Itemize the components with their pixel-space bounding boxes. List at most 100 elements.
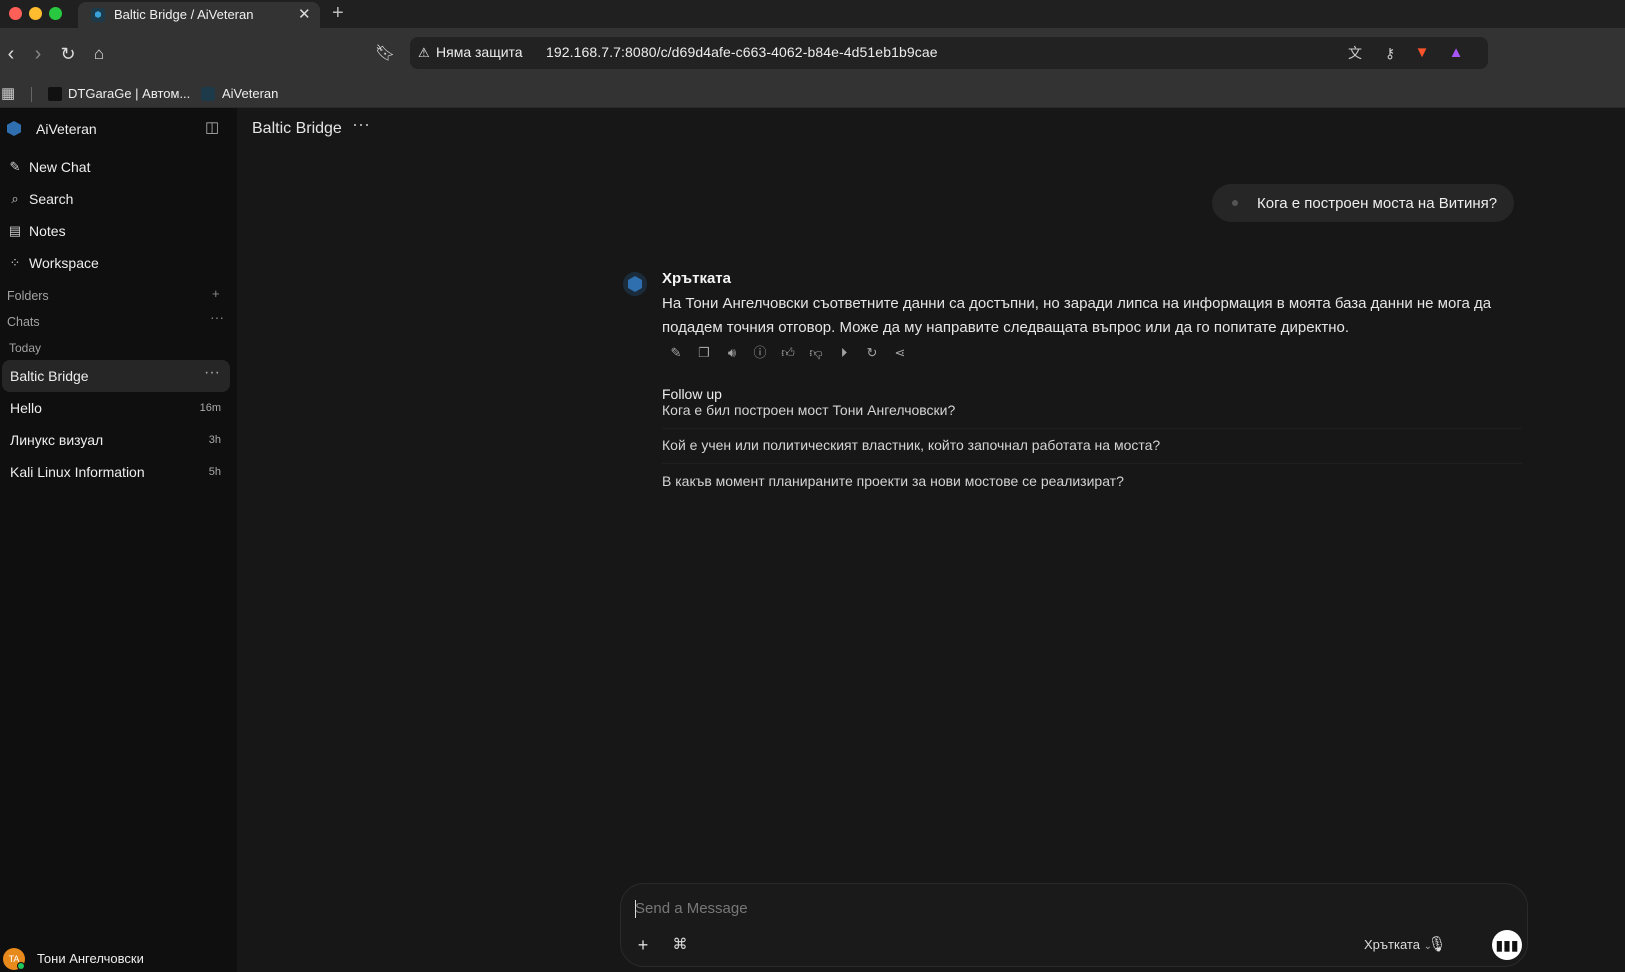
sidebar-item-new-chat[interactable]: ✎ New Chat	[0, 151, 237, 183]
share-icon[interactable]: ⋖	[891, 344, 909, 362]
url-text[interactable]: 192.168.7.7:8080/c/d69d4afe-c663-4062-b8…	[546, 44, 938, 60]
read-aloud-icon[interactable]: 🔊︎	[723, 344, 741, 362]
model-name: Хрътката	[1364, 937, 1420, 952]
tab-title: Baltic Bridge / AiVeteran	[114, 7, 254, 22]
bookmarks-bar: ▦ DTGaraGe | Автом... AiVeteran	[0, 81, 1625, 108]
message-actions: ✎ ❐ 🔊︎ ⓘ 👍︎ 👎︎ ⏵ ↻ ⋖	[667, 344, 909, 362]
close-window-button[interactable]	[9, 7, 22, 20]
chat-item-hello[interactable]: Hello 16m	[2, 392, 230, 424]
bookmarks-divider	[31, 87, 32, 102]
maximize-window-button[interactable]	[49, 7, 62, 20]
user-name[interactable]: Тони Ангелчовски	[37, 951, 144, 966]
chat-options-icon[interactable]: ···	[204, 364, 220, 382]
sidebar-header: AiVeteran ◫	[0, 113, 237, 145]
sidebar-item-search[interactable]: ⌕ Search	[0, 183, 237, 215]
chat-item-kali-linux[interactable]: Kali Linux Information 5h	[2, 456, 230, 488]
bookmark-icon[interactable]: 🔖︎	[374, 42, 396, 66]
notes-icon: ▤	[8, 223, 22, 238]
browser-toolbar: ‹ › ↻ ⌂ 🔖︎ ⚠ Няма защита 192.168.7.7:808…	[0, 28, 1625, 81]
copy-icon[interactable]: ❐	[695, 344, 713, 362]
continue-icon[interactable]: ⏵	[835, 344, 853, 362]
chat-item-age: 16m	[199, 402, 221, 414]
pencil-icon: ✎	[9, 159, 21, 174]
reload-icon[interactable]: ↻	[57, 42, 79, 66]
add-folder-icon[interactable]: +	[212, 286, 220, 301]
close-tab-icon[interactable]: ✕	[298, 5, 311, 23]
bot-avatar	[623, 272, 647, 296]
thumbs-up-icon[interactable]: 👍︎	[779, 344, 797, 362]
chat-item-baltic-bridge[interactable]: Baltic Bridge ···	[2, 360, 230, 392]
brave-shield-icon[interactable]: ▼	[1412, 43, 1432, 63]
address-bar[interactable]: ⚠ Няма защита 192.168.7.7:8080/c/d69d4af…	[410, 37, 1488, 69]
dtgarage-favicon-icon	[48, 87, 62, 101]
today-label: Today	[9, 341, 42, 355]
key-icon[interactable]: ⚷	[1380, 43, 1400, 63]
user-menu[interactable]: TA Тони Ангелчовски	[0, 944, 237, 972]
bookmark-dtgarage[interactable]: DTGaraGe | Автом...	[68, 86, 190, 101]
new-tab-icon[interactable]: +	[332, 2, 344, 25]
chats-more-icon[interactable]: ···	[210, 309, 224, 325]
thumbs-down-icon[interactable]: 👎︎	[807, 344, 825, 362]
forward-icon[interactable]: ›	[27, 42, 49, 66]
model-selector[interactable]: Хрътката ⌄	[1364, 937, 1432, 952]
app-logo-icon	[7, 121, 21, 136]
avatar[interactable]: TA	[3, 948, 25, 970]
warning-icon: ⚠	[418, 45, 430, 60]
message-dot-icon	[1232, 200, 1238, 206]
translate-icon[interactable]: 文	[1345, 43, 1365, 63]
text-caret	[635, 900, 636, 918]
folders-label[interactable]: Folders	[7, 289, 49, 303]
info-icon[interactable]: ⓘ	[751, 344, 769, 362]
follow-up-item[interactable]: Кога е бил построен мост Тони Ангелчовск…	[662, 402, 1522, 429]
sidebar-item-label: Workspace	[29, 255, 99, 271]
chat-item-age: 5h	[208, 466, 221, 478]
tab-favicon-icon	[91, 8, 105, 22]
follow-up-item[interactable]: В какъв момент планираните проекти за но…	[662, 473, 1522, 499]
sidebar-item-label: New Chat	[29, 159, 91, 175]
follow-up-item[interactable]: Кой е учен или политическият властник, к…	[662, 437, 1522, 464]
apps-grid-icon[interactable]: ▦	[1, 84, 15, 102]
bookmark-aiveteran[interactable]: AiVeteran	[222, 86, 278, 101]
chats-label[interactable]: Chats	[7, 315, 40, 329]
bot-name: Хрътката	[662, 270, 731, 287]
aiveteran-favicon-icon	[201, 87, 215, 101]
regenerate-icon[interactable]: ↻	[863, 344, 881, 362]
sidebar: AiVeteran ◫ ✎ New Chat ⌕ Search ▤ Notes …	[0, 108, 237, 972]
toggle-sidebar-icon[interactable]: ◫	[205, 118, 219, 136]
message-composer: + ⌘ Хрътката ⌄ 🎙︎ ▮▮▮	[620, 883, 1528, 967]
follow-up-title: Follow up	[662, 386, 722, 402]
app-name[interactable]: AiVeteran	[36, 121, 97, 137]
security-label[interactable]: Няма защита	[436, 44, 523, 60]
minimize-window-button[interactable]	[29, 7, 42, 20]
voice-mode-button[interactable]: ▮▮▮	[1492, 930, 1522, 960]
user-message-text: Кога е построен моста на Витиня?	[1257, 194, 1498, 212]
integrations-icon[interactable]: ⌘	[669, 934, 691, 956]
chat-item-name: Линукс визуал	[10, 432, 104, 448]
brave-rewards-icon[interactable]: ▲	[1446, 43, 1466, 63]
chat-item-name: Baltic Bridge	[10, 368, 89, 384]
chat-item-age: 3h	[208, 434, 221, 446]
sidebar-item-notes[interactable]: ▤ Notes	[0, 215, 237, 247]
home-icon[interactable]: ⌂	[88, 42, 110, 66]
sidebar-item-workspace[interactable]: ⁘ Workspace	[0, 247, 237, 279]
sidebar-item-label: Notes	[29, 223, 66, 239]
search-icon: ⌕	[11, 191, 19, 206]
back-icon[interactable]: ‹	[0, 42, 22, 66]
add-attachment-icon[interactable]: +	[632, 934, 654, 956]
user-message: Кога е построен моста на Витиня?	[1212, 184, 1515, 222]
browser-tab-bar: Baltic Bridge / AiVeteran ✕ +	[0, 0, 1625, 28]
chat-item-linux-visual[interactable]: Линукс визуал 3h	[2, 424, 230, 456]
message-input[interactable]	[635, 900, 1335, 917]
bot-message-text: На Тони Ангелчовски съответните данни са…	[662, 295, 1492, 336]
sidebar-item-label: Search	[29, 191, 74, 207]
chat-menu-icon[interactable]: ···	[352, 114, 370, 135]
chat-title: Baltic Bridge	[252, 120, 342, 137]
chat-item-name: Hello	[10, 400, 42, 416]
online-status-icon	[17, 962, 25, 970]
browser-tab[interactable]: Baltic Bridge / AiVeteran ✕	[78, 2, 320, 28]
edit-icon[interactable]: ✎	[667, 344, 685, 362]
chat-item-name: Kali Linux Information	[10, 464, 145, 480]
chat-main: Baltic Bridge ··· Кога е построен моста …	[237, 108, 1625, 972]
microphone-icon[interactable]: 🎙︎	[1426, 934, 1448, 956]
waveform-icon: ▮▮▮	[1495, 937, 1519, 953]
